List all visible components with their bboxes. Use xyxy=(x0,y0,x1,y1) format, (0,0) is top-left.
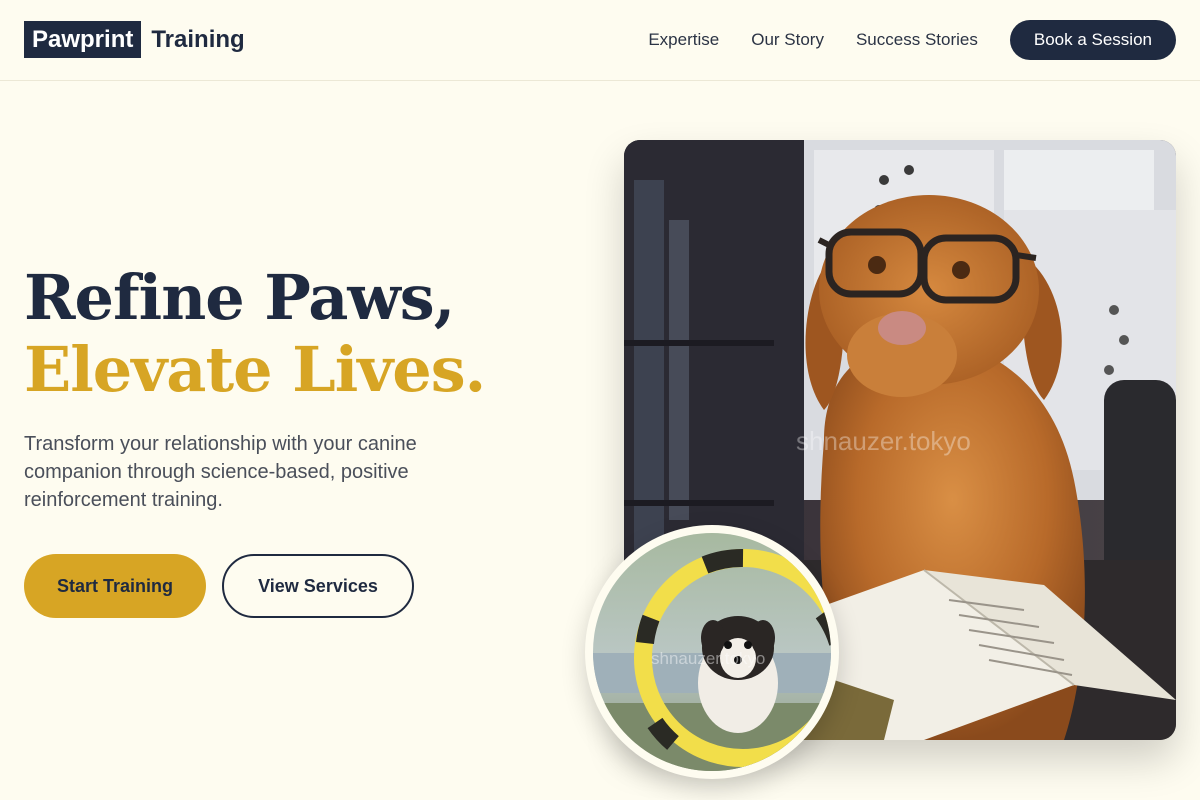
main-nav: Expertise Our Story Success Stories Book… xyxy=(648,20,1176,60)
hero-subtext: Transform your relationship with your ca… xyxy=(24,433,417,511)
view-services-button[interactable]: View Services xyxy=(222,554,414,618)
logo[interactable]: Pawprint Training xyxy=(24,21,245,58)
site-header: Pawprint Training Expertise Our Story Su… xyxy=(0,0,1200,81)
nav-link-success-stories[interactable]: Success Stories xyxy=(856,20,978,60)
logo-boxed-text: Pawprint xyxy=(24,21,142,58)
book-session-button[interactable]: Book a Session xyxy=(1009,20,1176,60)
hero-headline: Refine Paws, Elevate Lives. xyxy=(24,261,486,406)
headline-line-2: Elevate Lives. xyxy=(24,333,486,406)
circle-image-watermark: shnauzer.tokyo xyxy=(651,649,766,668)
circle-dog-image: shnauzer.tokyo xyxy=(585,525,839,779)
headline-line-1: Refine Paws, xyxy=(24,261,455,334)
image-watermark: shnauzer.tokyo xyxy=(796,426,971,456)
nav-link-expertise[interactable]: Expertise xyxy=(648,20,719,60)
logo-text: Training xyxy=(151,26,245,53)
start-training-button[interactable]: Start Training xyxy=(24,554,206,618)
nav-link-our-story[interactable]: Our Story xyxy=(751,20,824,60)
